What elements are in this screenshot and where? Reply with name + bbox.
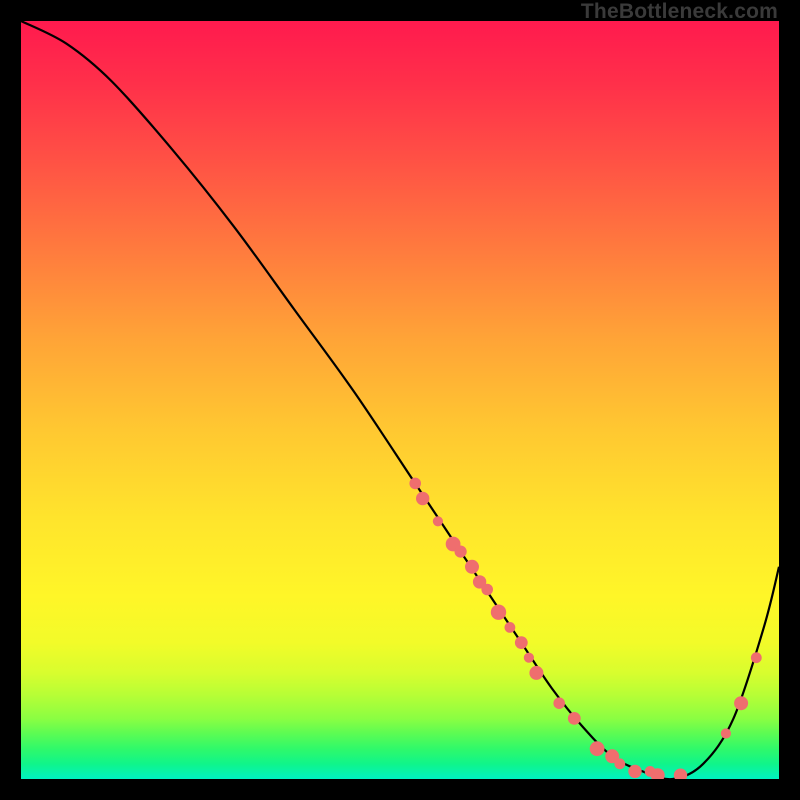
data-marker bbox=[553, 697, 565, 709]
marker-group bbox=[409, 478, 761, 779]
data-marker bbox=[628, 765, 641, 778]
data-marker bbox=[590, 741, 605, 756]
data-marker bbox=[515, 636, 528, 649]
data-marker bbox=[524, 653, 534, 663]
bottleneck-curve bbox=[21, 21, 779, 779]
data-marker bbox=[465, 560, 479, 574]
data-marker bbox=[455, 546, 467, 558]
curve-layer bbox=[21, 21, 779, 779]
data-marker bbox=[734, 696, 748, 710]
data-marker bbox=[568, 712, 581, 725]
data-marker bbox=[433, 516, 443, 526]
data-marker bbox=[751, 652, 762, 663]
chart-canvas: TheBottleneck.com bbox=[0, 0, 800, 800]
data-marker bbox=[481, 584, 493, 596]
data-marker bbox=[416, 492, 429, 505]
data-marker bbox=[409, 478, 421, 490]
data-marker bbox=[721, 728, 731, 738]
plot-area bbox=[21, 21, 779, 779]
data-marker bbox=[674, 769, 687, 780]
data-marker bbox=[505, 622, 516, 633]
data-marker bbox=[491, 605, 506, 620]
data-marker bbox=[529, 666, 543, 680]
data-marker bbox=[614, 758, 625, 769]
watermark-text: TheBottleneck.com bbox=[581, 0, 778, 24]
